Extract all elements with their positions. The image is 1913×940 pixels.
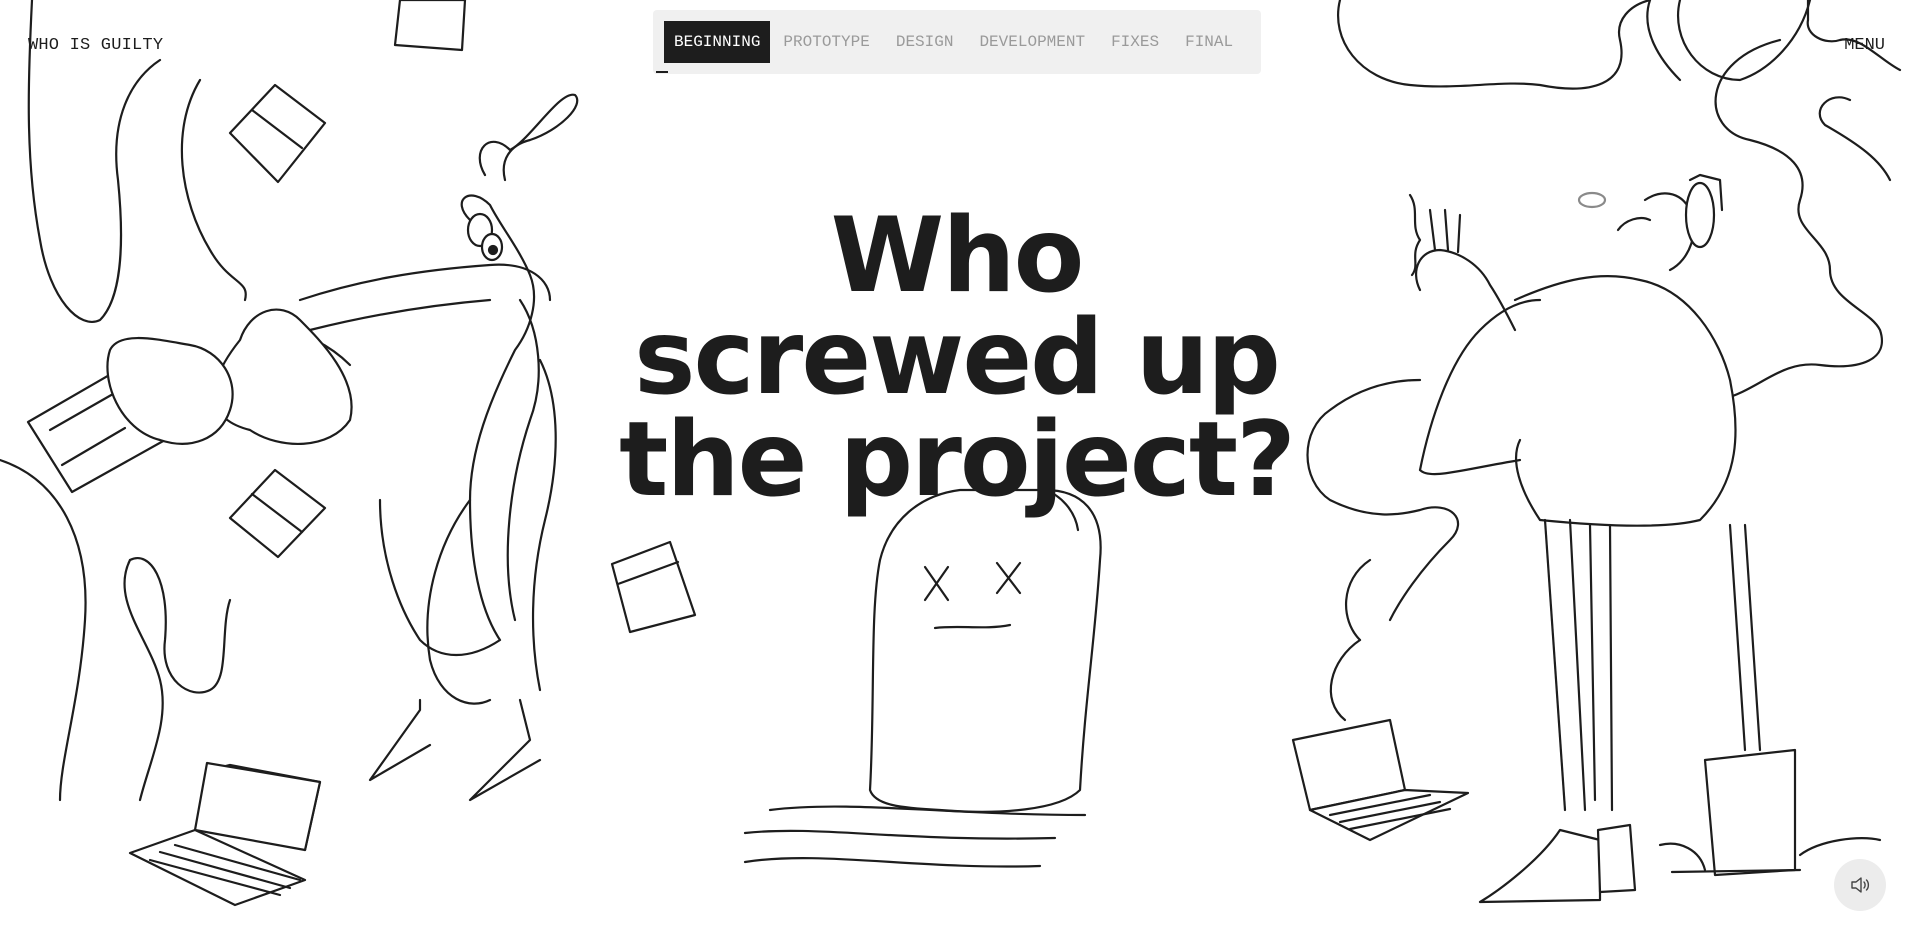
menu-button[interactable]: MENU	[1844, 36, 1885, 55]
tab-prototype[interactable]: PROTOTYPE	[770, 21, 882, 63]
stage-progress-marker	[656, 71, 668, 73]
character-right	[1513, 274, 1737, 527]
tab-final[interactable]: FINAL	[1172, 21, 1246, 63]
shovel	[1703, 748, 1797, 877]
gravestone	[868, 488, 1102, 813]
hero-line-1: Who	[830, 196, 1085, 316]
paper	[228, 83, 327, 184]
tab-beginning[interactable]: BEGINNING	[664, 21, 771, 63]
site-logo[interactable]: WHO IS GUILTY	[28, 36, 163, 55]
tab-development[interactable]: DEVELOPMENT	[966, 21, 1098, 63]
page: WHO IS GUILTY MENU BEGINNING PROTOTYPE D…	[0, 0, 1913, 940]
speaker-icon	[1851, 877, 1870, 893]
left-flame	[180, 78, 247, 302]
paper	[610, 540, 697, 634]
hero-line-2: screwed up	[634, 298, 1281, 418]
paper	[393, 0, 467, 52]
right-smoke	[1337, 0, 1652, 90]
hero-headline: Who screwed up the project?	[600, 196, 1313, 520]
tab-fixes[interactable]: FIXES	[1098, 21, 1172, 63]
hero-line-3: the project?	[619, 400, 1296, 520]
tab-design[interactable]: DESIGN	[883, 21, 967, 63]
sound-toggle-button[interactable]	[1834, 859, 1886, 911]
stage-tabs: BEGINNING PROTOTYPE DESIGN DEVELOPMENT F…	[653, 10, 1261, 74]
